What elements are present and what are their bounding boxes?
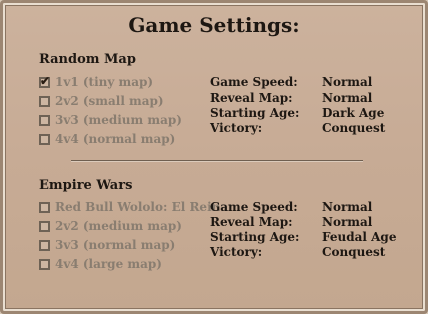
checkbox[interactable]	[39, 95, 50, 107]
option-label: 4v4 (large map)	[55, 257, 162, 271]
game-speed-label: Game Speed:	[210, 200, 298, 214]
checkbox[interactable]	[39, 220, 50, 232]
reveal-map-label: Reveal Map:	[210, 215, 293, 229]
section-divider	[71, 160, 363, 161]
game-speed-label: Game Speed:	[210, 75, 298, 89]
empire-wars-option-4v4[interactable]: 4v4 (large map)	[39, 256, 162, 272]
starting-age-value: Dark Age	[322, 106, 385, 120]
panel-title: Game Settings:	[128, 13, 300, 37]
starting-age-label: Starting Age:	[210, 230, 300, 244]
option-label: 2v2 (small map)	[55, 94, 164, 108]
empire-wars-option-red-bull[interactable]: Red Bull Wololo: El Reina	[39, 199, 228, 215]
random-map-option-3v3[interactable]: 3v3 (medium map)	[39, 112, 182, 128]
checkbox[interactable]: ✔	[39, 73, 51, 88]
option-label: 2v2 (medium map)	[55, 219, 182, 233]
game-speed-value: Normal	[322, 200, 373, 214]
victory-value: Conquest	[322, 121, 386, 135]
random-map-heading: Random Map	[39, 52, 136, 67]
victory-value: Conquest	[322, 245, 386, 259]
checkbox[interactable]	[39, 201, 50, 213]
option-label: Red Bull Wololo: El Reina	[55, 200, 229, 214]
option-label: 4v4 (normal map)	[55, 132, 176, 146]
reveal-map-label: Reveal Map:	[210, 91, 293, 105]
victory-label: Victory:	[210, 245, 263, 259]
starting-age-value: Feudal Age	[322, 230, 397, 244]
starting-age-label: Starting Age:	[210, 106, 300, 120]
empire-wars-option-2v2[interactable]: 2v2 (medium map)	[39, 218, 182, 234]
checkbox[interactable]	[39, 114, 50, 126]
reveal-map-value: Normal	[322, 91, 373, 105]
victory-label: Victory:	[210, 121, 263, 135]
random-map-option-1v1[interactable]: ✔ 1v1 (tiny map)	[39, 74, 153, 90]
checkbox[interactable]	[39, 239, 50, 251]
option-label: 1v1 (tiny map)	[55, 75, 154, 89]
game-speed-value: Normal	[322, 75, 373, 89]
checkmark-icon: ✔	[40, 73, 51, 88]
option-label: 3v3 (normal map)	[55, 238, 176, 252]
game-settings-panel: Game Settings: Random Map ✔ 1v1 (tiny ma…	[0, 0, 428, 314]
reveal-map-value: Normal	[322, 215, 373, 229]
empire-wars-option-3v3[interactable]: 3v3 (normal map)	[39, 237, 175, 253]
checkbox[interactable]	[39, 258, 50, 270]
checkbox[interactable]	[39, 133, 50, 145]
random-map-option-2v2[interactable]: 2v2 (small map)	[39, 93, 164, 109]
random-map-option-4v4[interactable]: 4v4 (normal map)	[39, 131, 175, 147]
empire-wars-heading: Empire Wars	[39, 178, 133, 193]
option-label: 3v3 (medium map)	[55, 113, 182, 127]
